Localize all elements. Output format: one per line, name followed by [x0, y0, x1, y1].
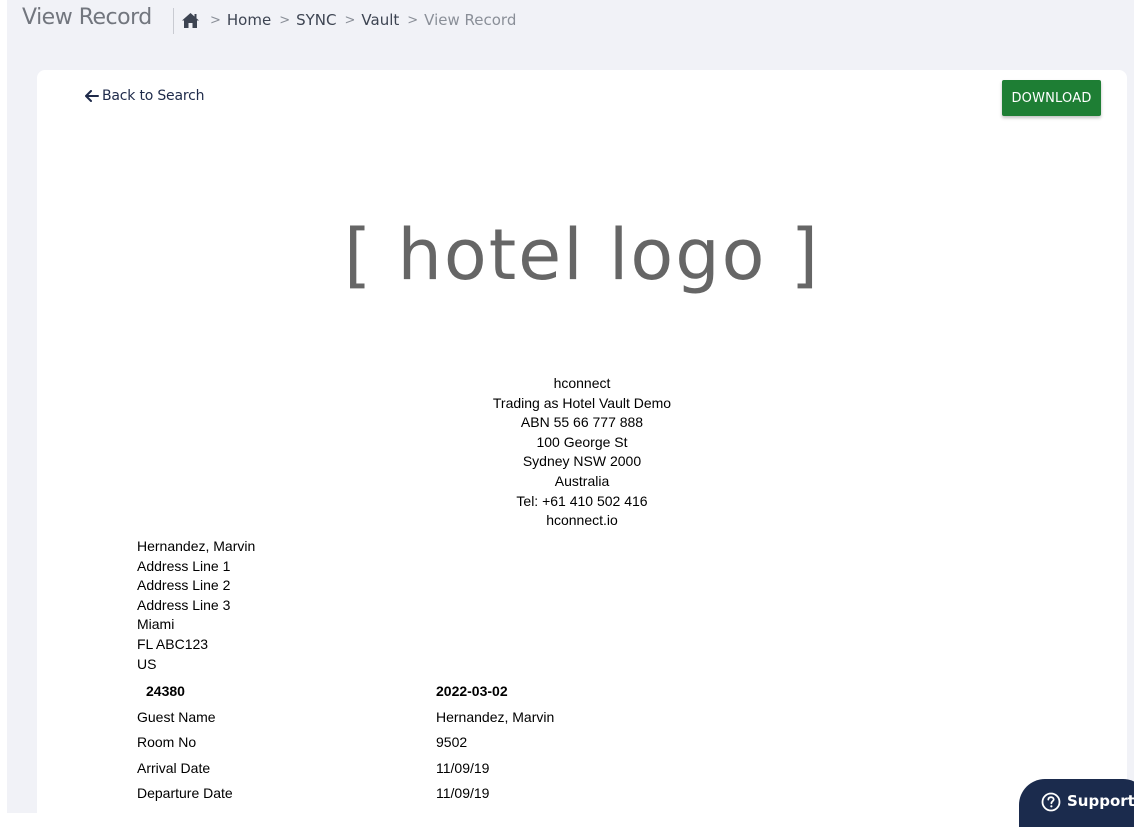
hotel-abn: ABN 55 66 777 888 — [520, 414, 644, 431]
hotel-street: 100 George St — [536, 433, 628, 450]
table-row: Departure Date 11/09/19 — [137, 781, 837, 807]
guest-address-name: Hernandez, Marvin — [137, 538, 256, 554]
record-date: 2022-03-02 — [436, 683, 508, 699]
hotel-logo-placeholder: [ hotel logo ] — [343, 214, 821, 296]
row-value: 9502 — [436, 734, 468, 751]
record-card: Back to Search DOWNLOAD [ hotel logo ] h… — [37, 70, 1127, 813]
support-label: Support — [1067, 792, 1134, 810]
guest-address-state: FL ABC123 — [137, 635, 209, 652]
row-value: Hernandez, Marvin — [436, 708, 555, 725]
row-label: Guest Name — [137, 708, 216, 725]
row-value: 11/09/19 — [436, 759, 490, 776]
hotel-info-block: hconnect Trading as Hotel Vault Demo ABN… — [37, 374, 1127, 531]
table-row: Arrival Date 11/09/19 — [137, 755, 837, 781]
arrow-left-icon — [85, 90, 99, 102]
help-circle-icon — [1041, 792, 1061, 812]
support-button[interactable]: Support — [1019, 779, 1134, 827]
row-value: 11/09/19 — [436, 785, 490, 802]
table-row: Room No 9502 — [137, 730, 837, 756]
hotel-website: hconnect.io — [546, 512, 618, 529]
hotel-phone: Tel: +61 410 502 416 — [516, 492, 648, 509]
guest-address-line: Address Line 3 — [137, 596, 231, 613]
app-window: View Record > Home > SYNC > Vault > View… — [7, 0, 1134, 813]
breadcrumb-vault[interactable]: Vault — [361, 11, 399, 29]
breadcrumb: > Home > SYNC > Vault > View Record — [181, 11, 516, 29]
page-header: View Record > Home > SYNC > Vault > View… — [7, 0, 1134, 42]
row-label: Arrival Date — [137, 759, 211, 776]
home-icon[interactable] — [181, 12, 200, 29]
breadcrumb-separator: > — [279, 12, 291, 28]
guest-address-line: Address Line 2 — [137, 577, 231, 594]
back-to-search-link[interactable]: Back to Search — [85, 88, 204, 104]
breadcrumb-current: View Record — [424, 11, 517, 29]
breadcrumb-separator: > — [407, 12, 419, 28]
page-title: View Record — [22, 5, 152, 30]
hotel-trading-as: Trading as Hotel Vault Demo — [492, 394, 672, 411]
breadcrumb-separator: > — [210, 12, 221, 28]
hotel-city: Sydney NSW 2000 — [522, 453, 642, 470]
guest-address-block: Hernandez, Marvin Address Line 1 Address… — [137, 537, 255, 674]
back-to-search-label: Back to Search — [102, 88, 205, 104]
guest-address-country: US — [137, 655, 157, 672]
guest-address-city: Miami — [137, 616, 175, 633]
hotel-country: Australia — [554, 472, 610, 489]
table-row: Guest Name Hernandez, Marvin — [137, 704, 837, 730]
guest-address-line: Address Line 1 — [137, 557, 231, 574]
download-button[interactable]: DOWNLOAD — [1002, 80, 1101, 116]
breadcrumb-separator: > — [344, 12, 356, 28]
row-label: Room No — [137, 734, 197, 751]
row-label: Departure Date — [137, 785, 233, 802]
record-header-row: 24380 2022-03-02 — [137, 678, 837, 704]
title-divider — [173, 8, 174, 34]
record-details-table: 24380 2022-03-02 Guest Name Hernandez, M… — [137, 678, 837, 806]
record-number: 24380 — [146, 683, 185, 699]
hotel-name: hconnect — [553, 375, 611, 391]
breadcrumb-home[interactable]: Home — [227, 11, 271, 29]
breadcrumb-sync[interactable]: SYNC — [296, 11, 336, 29]
